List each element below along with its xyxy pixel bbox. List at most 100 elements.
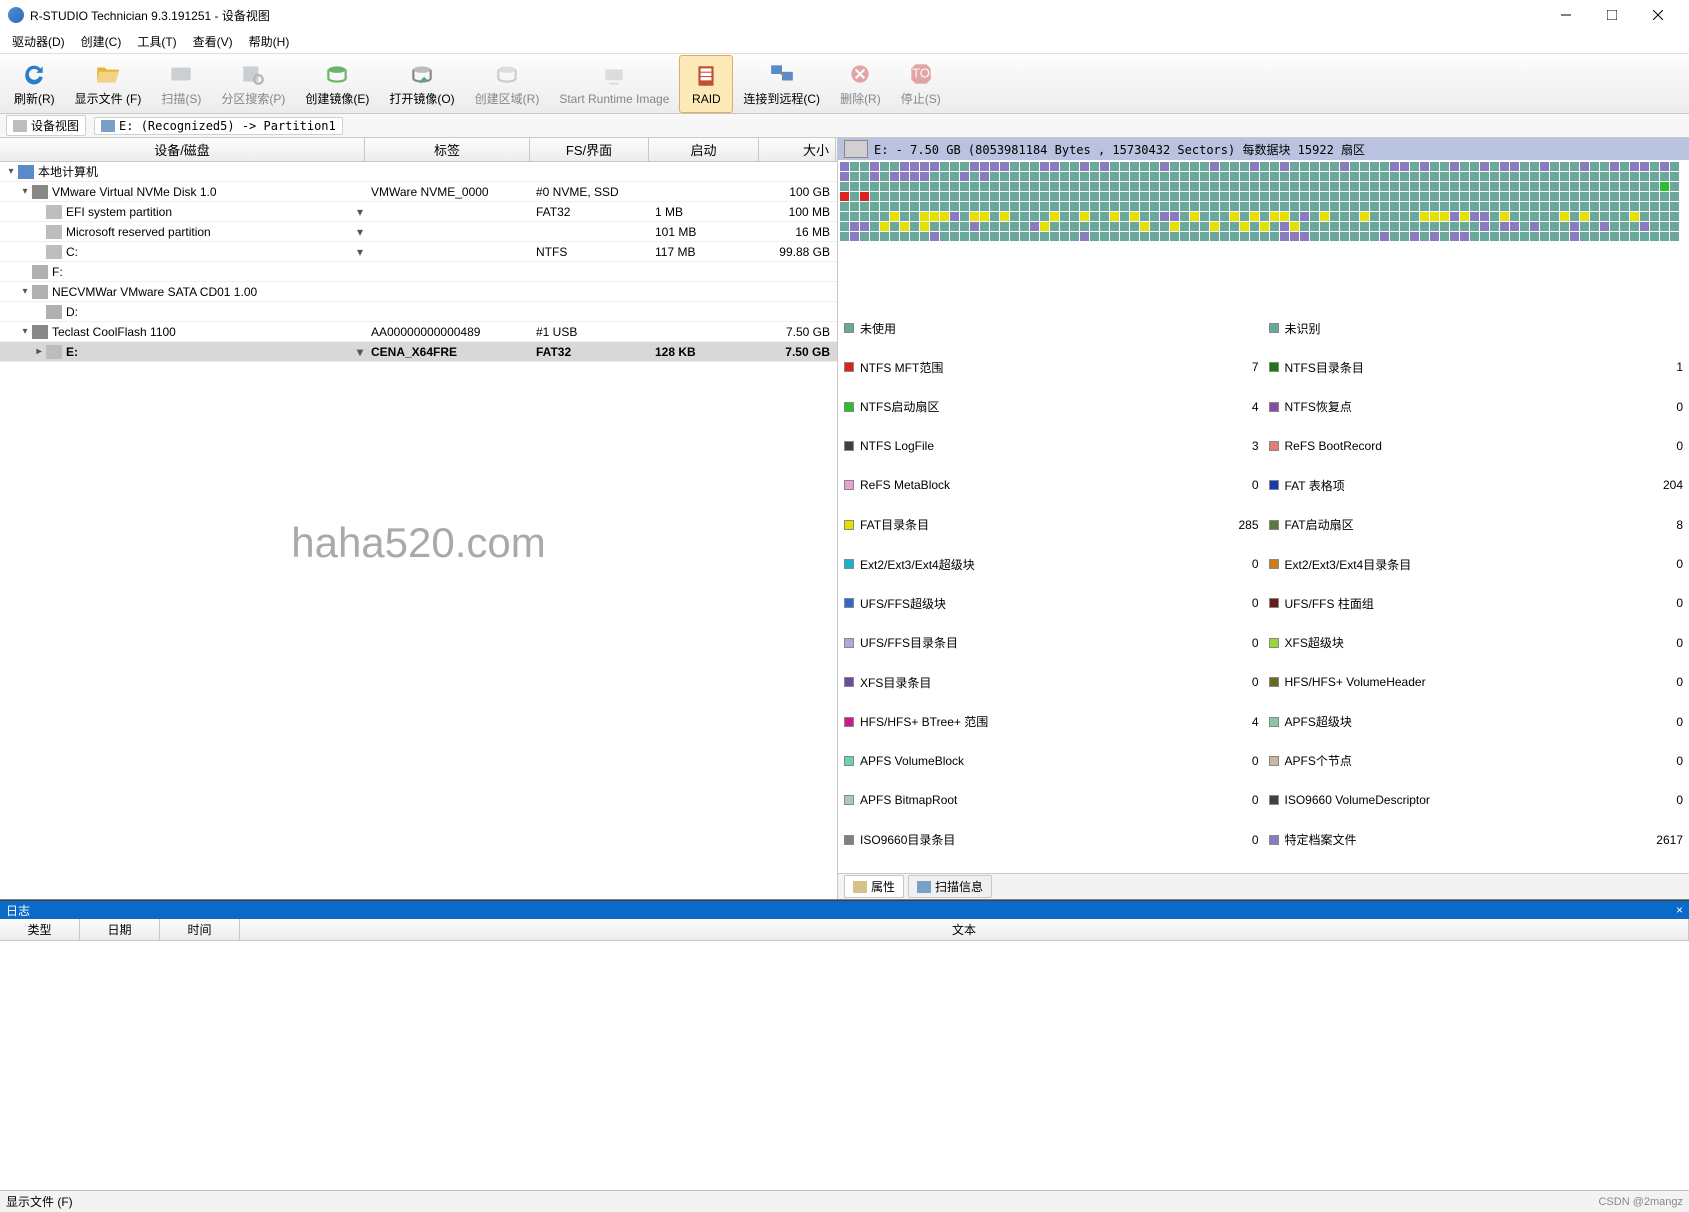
vol-icon	[46, 345, 62, 359]
cd-icon	[32, 265, 48, 279]
table-row[interactable]: D:	[0, 302, 837, 322]
log-header-type[interactable]: 类型	[0, 919, 80, 940]
showfiles-button[interactable]: 显示文件 (F)	[65, 55, 152, 113]
vol-icon	[46, 245, 62, 259]
legend-item: APFS超级块0	[1269, 714, 1684, 730]
table-row[interactable]: ▸E:▾CENA_X64FREFAT32128 KB7.50 GB	[0, 342, 837, 362]
legend-item: APFS个节点0	[1269, 753, 1684, 769]
regionsearch-button[interactable]: 分区搜索(P)	[211, 55, 295, 113]
legend-item: XFS超级块0	[1269, 635, 1684, 651]
legend-item: UFS/FFS超级块0	[844, 595, 1259, 611]
log-header-date[interactable]: 日期	[80, 919, 160, 940]
legend-item: UFS/FFS目录条目0	[844, 635, 1259, 651]
maximize-button[interactable]	[1589, 0, 1635, 30]
log-title: 日志×	[0, 901, 1689, 919]
scan-button[interactable]: 扫描(S)	[151, 55, 211, 113]
log-body[interactable]	[0, 941, 1689, 1190]
watermark-csdn: CSDN @2mangz	[1598, 1196, 1683, 1208]
status-text: 显示文件 (F)	[6, 1193, 73, 1210]
log-header-time[interactable]: 时间	[160, 919, 240, 940]
legend-item: 特定档案文件2617	[1269, 832, 1684, 848]
legend-item: FAT启动扇区8	[1269, 517, 1684, 533]
legend-item: ISO9660 VolumeDescriptor0	[1269, 792, 1684, 808]
tab-properties[interactable]: 属性	[844, 875, 904, 898]
delete-icon	[844, 60, 876, 88]
delete-button[interactable]: 删除(R)	[830, 55, 891, 113]
legend-item: ReFS MetaBlock0	[844, 477, 1259, 493]
runtimeimage-button[interactable]: Start Runtime Image	[549, 55, 679, 113]
chevron-down-icon[interactable]: ▾	[355, 205, 365, 219]
legend-item: NTFS恢复点0	[1269, 399, 1684, 415]
createimage-button[interactable]: 创建镜像(E)	[295, 55, 379, 113]
header-device[interactable]: 设备/磁盘	[0, 138, 365, 161]
refresh-button[interactable]: 刷新(R)	[4, 55, 65, 113]
legend-item: ReFS BootRecord0	[1269, 438, 1684, 454]
header-label[interactable]: 标签	[365, 138, 530, 161]
chevron-down-icon[interactable]: ▾	[355, 245, 365, 259]
remote-button[interactable]: 连接到远程(C)	[733, 55, 830, 113]
header-fs[interactable]: FS/界面	[530, 138, 649, 161]
legend-item: HFS/HFS+ BTree+ 范围4	[844, 714, 1259, 730]
chevron-down-icon[interactable]: ▾	[355, 345, 365, 359]
menu-help[interactable]: 帮助(H)	[243, 31, 296, 52]
minimize-button[interactable]	[1543, 0, 1589, 30]
raid-icon	[690, 62, 722, 90]
scan-icon	[165, 60, 197, 88]
deviceview-icon	[13, 120, 27, 132]
legend-item: 未识别	[1269, 320, 1684, 336]
log-close-icon[interactable]: ×	[1676, 903, 1683, 917]
stop-button[interactable]: STOP停止(S)	[891, 55, 951, 113]
app-icon	[8, 7, 24, 23]
table-row[interactable]: ▾本地计算机	[0, 162, 837, 182]
table-row[interactable]: ▾NECVMWar VMware SATA CD01 1.00	[0, 282, 837, 302]
menu-drive[interactable]: 驱动器(D)	[6, 31, 71, 52]
legend: 未使用未识别NTFS MFT范围7NTFS目录条目1NTFS启动扇区4NTFS恢…	[838, 318, 1689, 873]
legend-item: NTFS LogFile3	[844, 438, 1259, 454]
tab-scaninfo[interactable]: 扫描信息	[908, 875, 992, 898]
toolbar: 刷新(R) 显示文件 (F) 扫描(S) 分区搜索(P) 创建镜像(E) 打开镜…	[0, 54, 1689, 114]
tab-partition[interactable]: E: (Recognized5) -> Partition1	[94, 117, 343, 135]
legend-item: HFS/HFS+ VolumeHeader0	[1269, 674, 1684, 690]
titlebar: R-STUDIO Technician 9.3.191251 - 设备视图	[0, 0, 1689, 30]
table-row[interactable]: ▾Teclast CoolFlash 1100AA00000000000489#…	[0, 322, 837, 342]
menu-create[interactable]: 创建(C)	[75, 31, 128, 52]
scaninfo-icon	[917, 881, 931, 893]
close-button[interactable]	[1635, 0, 1681, 30]
header-size[interactable]: 大小	[759, 138, 836, 161]
log-panel: 日志× 类型 日期 时间 文本	[0, 900, 1689, 1190]
legend-item: FAT目录条目285	[844, 517, 1259, 533]
cd-icon	[32, 285, 48, 299]
runtime-icon	[598, 62, 630, 90]
log-header-text[interactable]: 文本	[240, 919, 1689, 940]
block-map[interactable]	[838, 160, 1689, 318]
chevron-down-icon[interactable]: ▾	[355, 225, 365, 239]
create-image-icon	[321, 60, 353, 88]
createregion-button[interactable]: 创建区域(R)	[465, 55, 550, 113]
usb-icon	[32, 325, 48, 339]
device-tree[interactable]: ▾本地计算机▾VMware Virtual NVMe Disk 1.0VMWar…	[0, 162, 837, 899]
legend-item: UFS/FFS 柱面组0	[1269, 595, 1684, 611]
openimage-button[interactable]: 打开镜像(O)	[379, 55, 464, 113]
table-row[interactable]: F:	[0, 262, 837, 282]
tab-deviceview[interactable]: 设备视图	[6, 115, 86, 136]
refresh-icon	[18, 60, 50, 88]
table-row[interactable]: EFI system partition▾FAT321 MB100 MB	[0, 202, 837, 222]
table-row[interactable]: C:▾NTFS117 MB99.88 GB	[0, 242, 837, 262]
raid-button[interactable]: RAID	[679, 55, 733, 113]
table-row[interactable]: ▾VMware Virtual NVMe Disk 1.0VMWare NVME…	[0, 182, 837, 202]
drive-icon	[844, 140, 868, 158]
partition-icon	[101, 120, 115, 132]
legend-item: NTFS启动扇区4	[844, 399, 1259, 415]
menu-tools[interactable]: 工具(T)	[131, 31, 182, 52]
legend-item: APFS BitmapRoot0	[844, 792, 1259, 808]
table-row[interactable]: Microsoft reserved partition▾101 MB16 MB	[0, 222, 837, 242]
legend-item: FAT 表格项204	[1269, 477, 1684, 493]
properties-icon	[853, 881, 867, 893]
menu-view[interactable]: 查看(V)	[187, 31, 239, 52]
scan-panel: E: - 7.50 GB (8053981184 Bytes , 1573043…	[838, 138, 1689, 899]
pc-icon	[18, 165, 34, 179]
window-title: R-STUDIO Technician 9.3.191251 - 设备视图	[30, 7, 270, 24]
header-start[interactable]: 启动	[649, 138, 759, 161]
legend-item: ISO9660目录条目0	[844, 832, 1259, 848]
legend-item: NTFS目录条目1	[1269, 359, 1684, 375]
